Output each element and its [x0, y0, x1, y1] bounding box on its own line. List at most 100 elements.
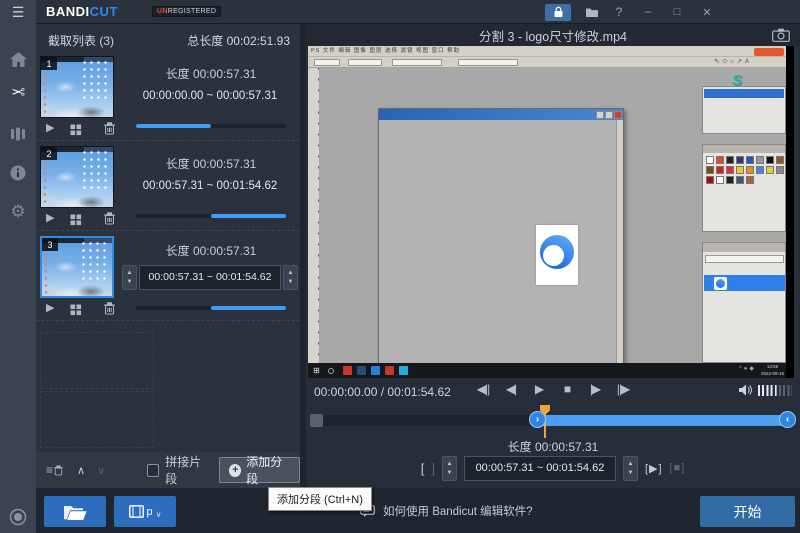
color-square [736, 156, 744, 164]
clip-item-1[interactable]: 1 ▶ 长度 00:00:57.31 00:00:00.00 ~ 00:00:5… [36, 52, 300, 141]
selection-start-handle[interactable]: › [529, 411, 546, 428]
document-scrollbar [616, 120, 623, 367]
maximize-button[interactable]: □ [666, 0, 688, 24]
plus-icon: + [229, 464, 241, 477]
color-square [746, 176, 754, 184]
history-panel [702, 86, 786, 134]
help-button[interactable]: ? [608, 0, 630, 24]
clip-progress-bar [136, 306, 286, 310]
clip-item-2[interactable]: 2 ▶ 长度 00:00:57.31 00:00:57.31 ~ 00:01:5… [36, 142, 300, 231]
play-button[interactable]: ▶ [530, 382, 548, 396]
timeline-selection[interactable] [537, 415, 790, 426]
clip-length-label: 长度 00:00:57.31 [132, 242, 290, 259]
open-folder-icon[interactable] [580, 0, 604, 24]
help-link[interactable]: 如何使用 Bandicut 编辑软件? [360, 503, 533, 519]
merge-segments-checkbox[interactable] [147, 464, 159, 477]
layers-panel [702, 242, 786, 363]
info-icon[interactable] [0, 158, 36, 188]
clip-play-icon[interactable]: ▶ [46, 121, 54, 134]
editor-options-bar: ✎⬭○↗A [308, 57, 786, 68]
segment-length-label: 长度 00:00:57.31 [306, 438, 800, 455]
step-back-button[interactable]: ◀| [502, 382, 520, 396]
clip-delete-icon[interactable] [104, 122, 115, 140]
segment-range-input[interactable]: 00:00:57.31 ~ 00:01:54.62 [464, 456, 616, 481]
clip-list-header: 截取列表 (3) 总长度 00:02:51.93 [36, 24, 300, 52]
recorded-taskbar: ⊞ ^●◆ 13:59 2022-09-15 [308, 363, 786, 378]
clip-grid-icon[interactable] [70, 213, 82, 231]
add-segment-button[interactable]: + 添加分段 [219, 457, 300, 483]
segment-start-stepper[interactable]: ▲▼ [442, 456, 457, 481]
delete-list-icon[interactable]: ≡ [46, 463, 63, 477]
editor-toolbox [308, 68, 320, 363]
clip-item-3-selected[interactable]: 3 ▶ 长度 00:00:57.31 ▲▼ 00:00:57.31 ~ 00:0… [36, 232, 300, 321]
volume-control[interactable] [739, 384, 792, 396]
merge-segments-label: 拼接片段 [165, 453, 209, 487]
stop-button[interactable]: ■ [558, 382, 576, 396]
clip-progress-bar [136, 124, 286, 128]
cut-tool-icon[interactable]: ✂ [0, 78, 36, 108]
open-file-button[interactable] [44, 496, 106, 527]
logo-image [536, 225, 578, 285]
clip-list-toolbar: ≡ ∧ ∨ 拼接片段 + 添加分段 [36, 452, 300, 488]
join-tool-icon[interactable] [0, 119, 36, 149]
bandicut-window: ☰ BANDICUT UNREGISTERED ? – □ ✕ ✂ [0, 0, 800, 533]
logo-text-left: BANDI [46, 4, 90, 19]
lock-button[interactable] [542, 0, 574, 24]
clip-delete-icon[interactable] [104, 302, 115, 320]
step-forward-button[interactable]: |▶ [586, 382, 604, 396]
color-square [756, 156, 764, 164]
output-format-button[interactable]: p ∨ [114, 496, 176, 527]
minimize-button[interactable]: – [637, 0, 659, 24]
selection-end-handle[interactable]: ‹ [779, 411, 796, 428]
set-end-bracket[interactable]: ] [431, 461, 435, 476]
clip-delete-icon[interactable] [104, 212, 115, 230]
close-button[interactable]: ✕ [695, 0, 719, 24]
color-square [371, 366, 380, 375]
settings-gear-icon[interactable]: ⚙ [0, 197, 36, 227]
set-start-bracket[interactable]: [ [421, 461, 425, 476]
footer-bar: p ∨ 如何使用 Bandicut 编辑软件? 开始 [36, 488, 800, 533]
snapshot-camera-icon[interactable] [772, 28, 790, 47]
logo-text-right: CUT [90, 4, 118, 19]
play-section-button[interactable]: [▶] [645, 462, 663, 475]
start-button[interactable]: 开始 [700, 496, 795, 527]
clip-range-input[interactable]: 00:00:57.31 ~ 00:01:54.62 [139, 265, 281, 290]
clip-grid-icon[interactable] [70, 303, 82, 321]
color-square [706, 156, 714, 164]
preview-panel: 分割 3 - logo尺寸修改.mp4 PS 文件 编辑 图像 图层 选择 滤镜… [306, 24, 800, 488]
clip-thumbnail[interactable]: 3 [40, 236, 114, 298]
clip-thumbnail[interactable]: 1 [40, 56, 114, 118]
range-start-stepper[interactable]: ▲▼ [122, 265, 137, 290]
stop-section-button[interactable]: [■] [670, 462, 686, 474]
recorded-desktop: PS 文件 编辑 图像 图层 选择 滤镜 视图 窗口 帮助 ✎⬭○↗A [308, 46, 786, 378]
clip-grid-icon[interactable] [70, 123, 82, 141]
home-icon[interactable] [0, 44, 36, 74]
segment-end-stepper[interactable]: ▲▼ [623, 456, 638, 481]
segment-range-row: [ ] ▲▼ 00:00:57.31 ~ 00:01:54.62 ▲▼ [▶] … [306, 454, 800, 482]
clip-tools: ▶ [42, 121, 114, 137]
color-square [736, 176, 744, 184]
color-square [706, 166, 714, 174]
color-square [399, 366, 408, 375]
folder-open-icon [62, 503, 88, 521]
clip-thumbnail[interactable]: 2 [40, 146, 114, 208]
next-frame-button[interactable]: ||▶ [614, 382, 632, 396]
clip-play-icon[interactable]: ▶ [46, 211, 54, 224]
prev-frame-button[interactable]: ◀|| [474, 382, 492, 396]
clip-play-icon[interactable]: ▶ [46, 301, 54, 314]
color-square [776, 166, 784, 174]
format-p-label: p [147, 506, 153, 518]
color-square [716, 156, 724, 164]
record-icon[interactable] [0, 502, 36, 532]
blue-logo-circle [540, 235, 574, 269]
s-logo-overlay: S [732, 72, 742, 89]
move-up-icon[interactable]: ∧ [77, 464, 85, 477]
timeline-left-marker[interactable] [310, 414, 323, 427]
volume-bars[interactable] [758, 385, 792, 396]
hamburger-menu-icon[interactable]: ☰ [0, 0, 36, 24]
swatches-panel [702, 144, 786, 232]
clip-number: 1 [41, 57, 57, 70]
range-end-stepper[interactable]: ▲▼ [283, 265, 298, 290]
video-preview-frame: PS 文件 编辑 图像 图层 选择 滤镜 视图 窗口 帮助 ✎⬭○↗A [308, 46, 794, 378]
move-down-icon[interactable]: ∨ [97, 464, 105, 477]
